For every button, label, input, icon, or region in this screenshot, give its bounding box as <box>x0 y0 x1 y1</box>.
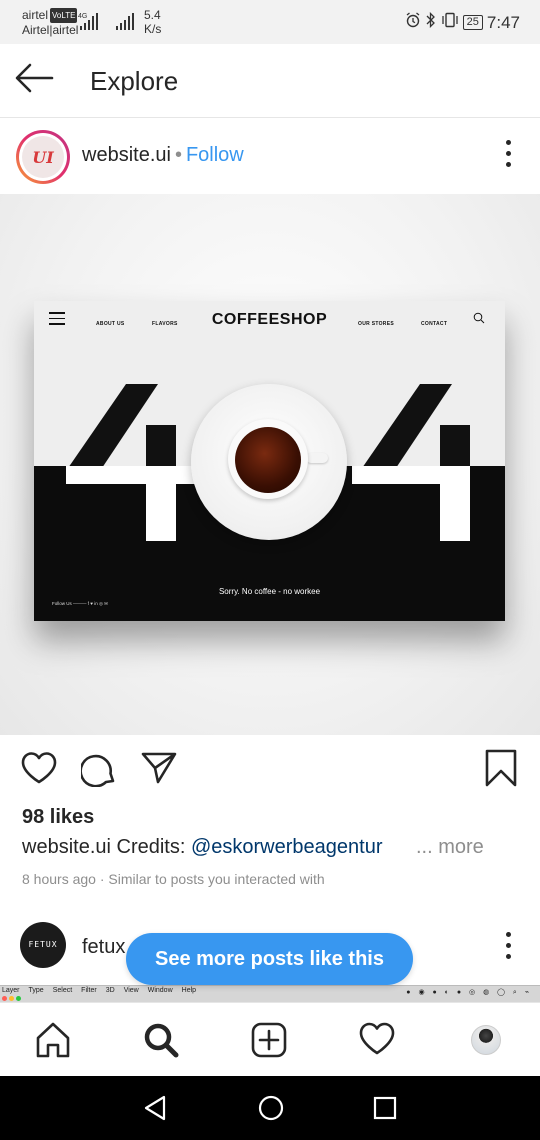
post-options-icon[interactable] <box>504 140 512 174</box>
back-button[interactable] <box>14 62 58 98</box>
mockup-404-page: ABOUT US FLAVORS COFFEESHOP OUR STORES C… <box>34 301 505 621</box>
nav-back-icon[interactable] <box>142 1094 168 1127</box>
home-icon[interactable] <box>34 1021 72 1064</box>
post-meta: 8 hours ago · Similar to posts you inter… <box>22 871 325 887</box>
status-right: 25 7:47 <box>405 11 520 33</box>
caption-username[interactable]: website.ui <box>22 836 111 858</box>
profile-avatar[interactable] <box>471 1025 501 1055</box>
search-icon[interactable] <box>142 1021 180 1064</box>
mockup-nav-item: OUR STORES <box>358 321 394 327</box>
post-username[interactable]: website.ui <box>82 144 171 166</box>
bluetooth-icon <box>425 11 437 33</box>
nav-home-icon[interactable] <box>257 1094 285 1127</box>
carrier-bottom: Airtel|airtel <box>22 23 79 37</box>
next-post-avatar[interactable]: FETUX <box>20 922 66 968</box>
caption-mention[interactable]: @eskorwerbeagentur <box>191 836 383 858</box>
next-post-image-strip[interactable]: Layer Type Select Filter 3D View Window Help ● … <box>0 985 540 1002</box>
post-caption: website.ui Credits: @eskorwerbeagentur .… <box>22 836 522 859</box>
app-header: Explore <box>0 44 540 118</box>
photoshop-menu: Layer Type Select Filter 3D View Window Help <box>2 987 197 994</box>
avatar-logo: UI <box>22 136 64 178</box>
network-type: 4G <box>78 13 87 20</box>
carrier-top: airtel <box>22 8 49 22</box>
menubar-icons: ● ◉ ● ◐ ● ◎ ◍ ◯ ⌕ ⌁ <box>406 989 532 996</box>
bookmark-icon[interactable] <box>485 749 517 792</box>
post-actions <box>0 735 540 803</box>
network-speed: 5.4 K/s <box>144 8 162 36</box>
carrier-info: airtel VoLTE Airtel|airtel <box>22 8 78 38</box>
page-title: Explore <box>90 66 179 96</box>
activity-icon[interactable] <box>358 1021 396 1062</box>
next-post-username[interactable]: fetux <box>82 936 125 959</box>
mockup-nav: ABOUT US FLAVORS COFFEESHOP OUR STORES C… <box>34 301 505 341</box>
follow-button[interactable]: Follow <box>186 144 244 166</box>
mockup-search-icon <box>473 311 485 329</box>
post-header: UI website.ui • Follow <box>0 118 540 194</box>
mockup-nav-item: CONTACT <box>421 321 448 327</box>
post-author: website.ui • Follow <box>82 144 244 167</box>
next-post-options-icon[interactable] <box>504 932 512 966</box>
see-more-posts-button[interactable]: See more posts like this <box>126 933 413 985</box>
comment-icon[interactable] <box>79 751 117 792</box>
post-image[interactable]: ABOUT US FLAVORS COFFEESHOP OUR STORES C… <box>0 194 540 735</box>
more-link[interactable]: ... more <box>416 836 484 859</box>
volte-badge: VoLTE <box>50 8 78 23</box>
vibrate-icon <box>441 12 459 33</box>
likes-count[interactable]: 98 likes <box>22 806 94 829</box>
caption-text: Credits: <box>116 836 186 858</box>
signal-icon: 4G <box>78 10 134 37</box>
bottom-tab-bar <box>0 1002 540 1076</box>
coffee <box>235 427 301 493</box>
share-icon[interactable] <box>141 751 177 790</box>
mockup-follow: Follow Us ——— f ♥ in ◎ ✉ <box>52 601 108 606</box>
new-post-icon[interactable] <box>250 1021 288 1064</box>
nav-recents-icon[interactable] <box>372 1094 398 1127</box>
mockup-caption: Sorry. No coffee - no workee <box>218 587 321 596</box>
arrow-left-icon <box>15 63 54 93</box>
cup-handle <box>306 453 328 463</box>
battery-icon: 25 <box>462 15 483 30</box>
post-avatar[interactable]: UI <box>16 130 70 184</box>
alarm-icon <box>405 12 421 33</box>
android-nav-bar <box>0 1076 540 1140</box>
like-icon[interactable] <box>20 751 58 790</box>
clock: 7:47 <box>486 12 520 32</box>
status-bar: airtel VoLTE Airtel|airtel 4G 5.4 K/s 25 … <box>0 0 540 44</box>
separator-dot: • <box>174 144 182 166</box>
